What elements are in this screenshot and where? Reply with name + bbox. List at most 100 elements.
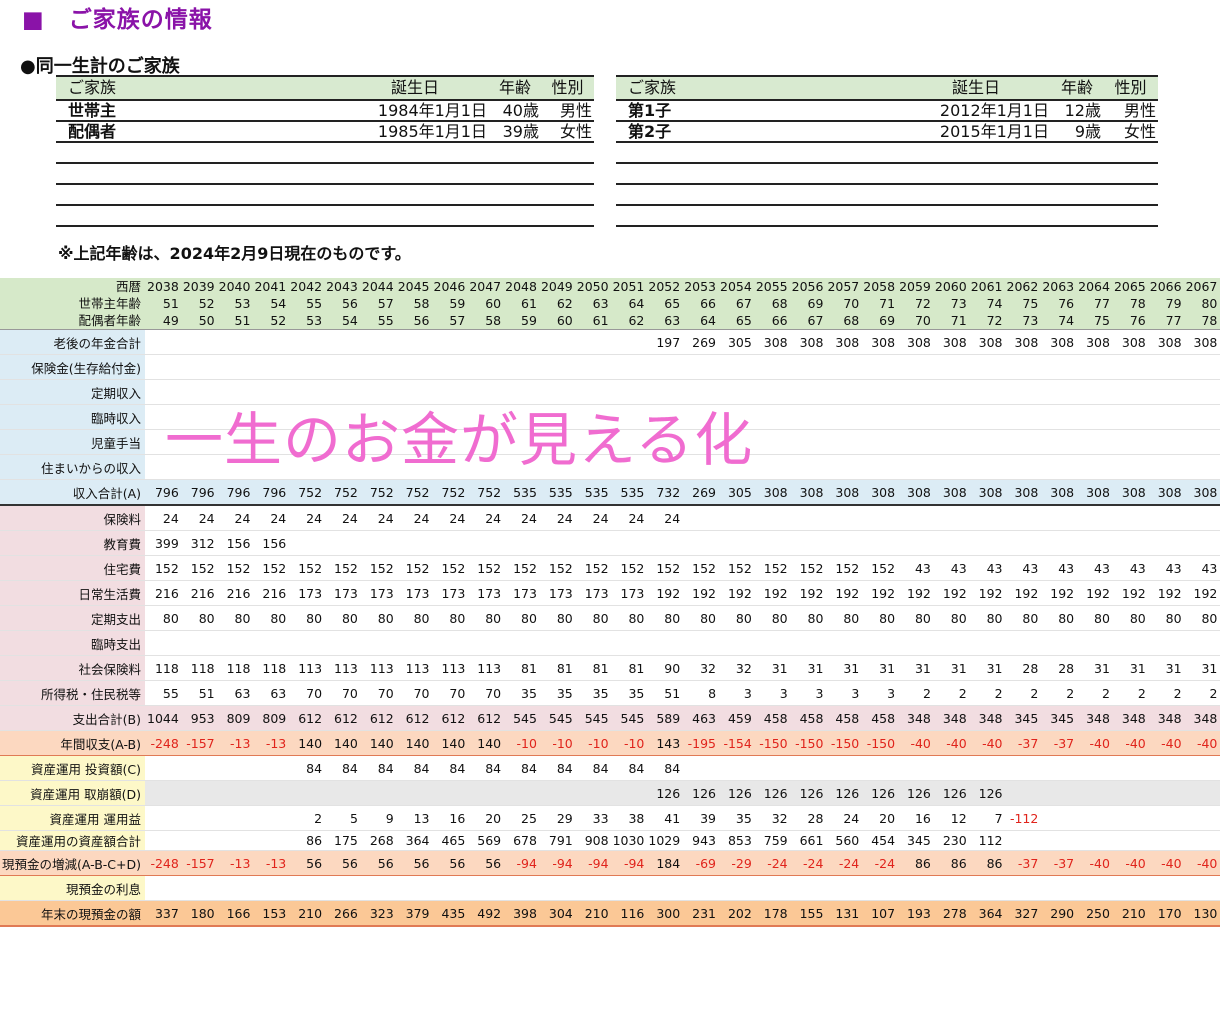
col-birthday: 誕生日 <box>341 75 489 101</box>
value-cell: 752 <box>431 479 468 506</box>
value-cell: 173 <box>395 580 432 606</box>
value-cell <box>1111 379 1148 405</box>
year-cell: 2049 <box>538 278 575 295</box>
value-cell: 458 <box>753 705 790 731</box>
table-row: 資産運用 投資額(C) 84 84 84 84 84 84 84 84 84 84 84 <box>0 755 1220 781</box>
member-sex: 男性 <box>541 100 594 122</box>
value-cell <box>145 875 181 901</box>
value-cell: -10 <box>503 730 539 756</box>
value-cell: 24 <box>503 505 539 531</box>
row-label: 世帯主年齢 <box>0 295 146 312</box>
value-cell: 308 <box>753 329 790 355</box>
col-sex: 性別 <box>1103 75 1158 101</box>
value-cell <box>180 805 217 831</box>
row-label: 現預金の増減(A-B-C+D) <box>0 850 146 876</box>
value-cell: 345 <box>1040 705 1077 731</box>
value-cell <box>825 454 862 480</box>
value-cell <box>932 429 969 455</box>
value-cell <box>1111 404 1148 430</box>
value-cell <box>968 755 1005 781</box>
value-cell <box>1183 530 1220 556</box>
age-cell: 71 <box>861 295 898 312</box>
age-cell: 71 <box>932 312 969 330</box>
value-cell <box>252 805 289 831</box>
value-cell: 80 <box>861 605 898 631</box>
value-cell <box>288 630 325 656</box>
age-cell: 68 <box>753 295 790 312</box>
age-cell: 64 <box>610 295 647 312</box>
table-row: 支出合計(B) 1044 953 809 809 612 612 612 612 612 612 54… <box>0 705 1220 731</box>
value-cell <box>359 530 396 556</box>
value-cell <box>216 780 253 806</box>
table-row: 現預金の利息 <box>0 875 1220 901</box>
value-cell: 809 <box>252 705 289 731</box>
value-cell: 80 <box>395 605 432 631</box>
value-cell <box>753 429 790 455</box>
value-cell: 70 <box>324 680 360 706</box>
value-cell <box>932 875 969 901</box>
value-cell <box>1076 530 1112 556</box>
table-row: 資産運用 運用益 2 5 9 13 16 20 25 29 33 38 41 39 35 32 28 24 20 1… <box>0 805 1220 831</box>
year-cell: 2047 <box>467 278 504 295</box>
value-cell: 752 <box>288 479 325 506</box>
value-cell: -40 <box>1111 850 1148 876</box>
table-row: 年間収支(A-B) -248 -157 -13 -13 140 140 140 140 140 14… <box>0 730 1220 756</box>
value-cell: 192 <box>682 580 719 606</box>
value-cell: 80 <box>1040 605 1077 631</box>
value-cell: 192 <box>1040 580 1077 606</box>
value-cell: 32 <box>682 655 719 681</box>
year-cell: 2054 <box>718 278 754 295</box>
value-cell: 308 <box>968 479 1005 506</box>
value-cell: -24 <box>789 850 826 876</box>
year-cell: 2064 <box>1076 278 1112 295</box>
value-cell: 24 <box>145 505 181 531</box>
value-cell <box>1111 830 1148 851</box>
value-cell: 192 <box>825 580 862 606</box>
value-cell: 308 <box>1183 479 1220 506</box>
value-cell: -248 <box>145 730 181 756</box>
value-cell: -40 <box>1147 730 1184 756</box>
value-cell: 32 <box>718 655 754 681</box>
value-cell: 39 <box>682 805 719 831</box>
value-cell <box>431 329 468 355</box>
value-cell: 796 <box>216 479 253 506</box>
value-cell: 308 <box>825 479 862 506</box>
value-cell <box>861 755 898 781</box>
value-cell <box>180 755 217 781</box>
value-cell: 152 <box>682 555 719 581</box>
value-cell: 107 <box>861 900 898 927</box>
value-cell <box>574 329 611 355</box>
value-cell <box>180 630 217 656</box>
member-birthday: 2015年1月1日 <box>901 121 1051 143</box>
value-cell <box>825 379 862 405</box>
value-cell: 152 <box>789 555 826 581</box>
value-cell: 80 <box>1004 605 1041 631</box>
value-cell <box>467 329 504 355</box>
value-cell: 152 <box>431 555 468 581</box>
value-cell: 308 <box>1147 329 1184 355</box>
value-cell: 152 <box>359 555 396 581</box>
value-cell: 661 <box>789 830 826 851</box>
value-cell: -94 <box>503 850 539 876</box>
value-cell <box>467 780 504 806</box>
value-cell: 56 <box>431 850 468 876</box>
value-cell: -154 <box>718 730 754 756</box>
member-name: 配偶者 <box>56 121 341 143</box>
value-cell: 943 <box>682 830 719 851</box>
value-cell: 308 <box>1147 479 1184 506</box>
value-cell: 143 <box>646 730 683 756</box>
value-cell: 908 <box>574 830 611 851</box>
value-cell <box>861 404 898 430</box>
value-cell <box>359 875 396 901</box>
value-cell <box>610 875 647 901</box>
value-cell <box>968 454 1005 480</box>
value-cell <box>610 329 647 355</box>
value-cell <box>610 354 647 380</box>
value-cell: 86 <box>932 850 969 876</box>
year-cell: 2045 <box>395 278 432 295</box>
value-cell <box>1183 454 1220 480</box>
value-cell: 13 <box>395 805 432 831</box>
value-cell <box>145 780 181 806</box>
value-cell: 308 <box>825 329 862 355</box>
value-cell <box>682 875 719 901</box>
